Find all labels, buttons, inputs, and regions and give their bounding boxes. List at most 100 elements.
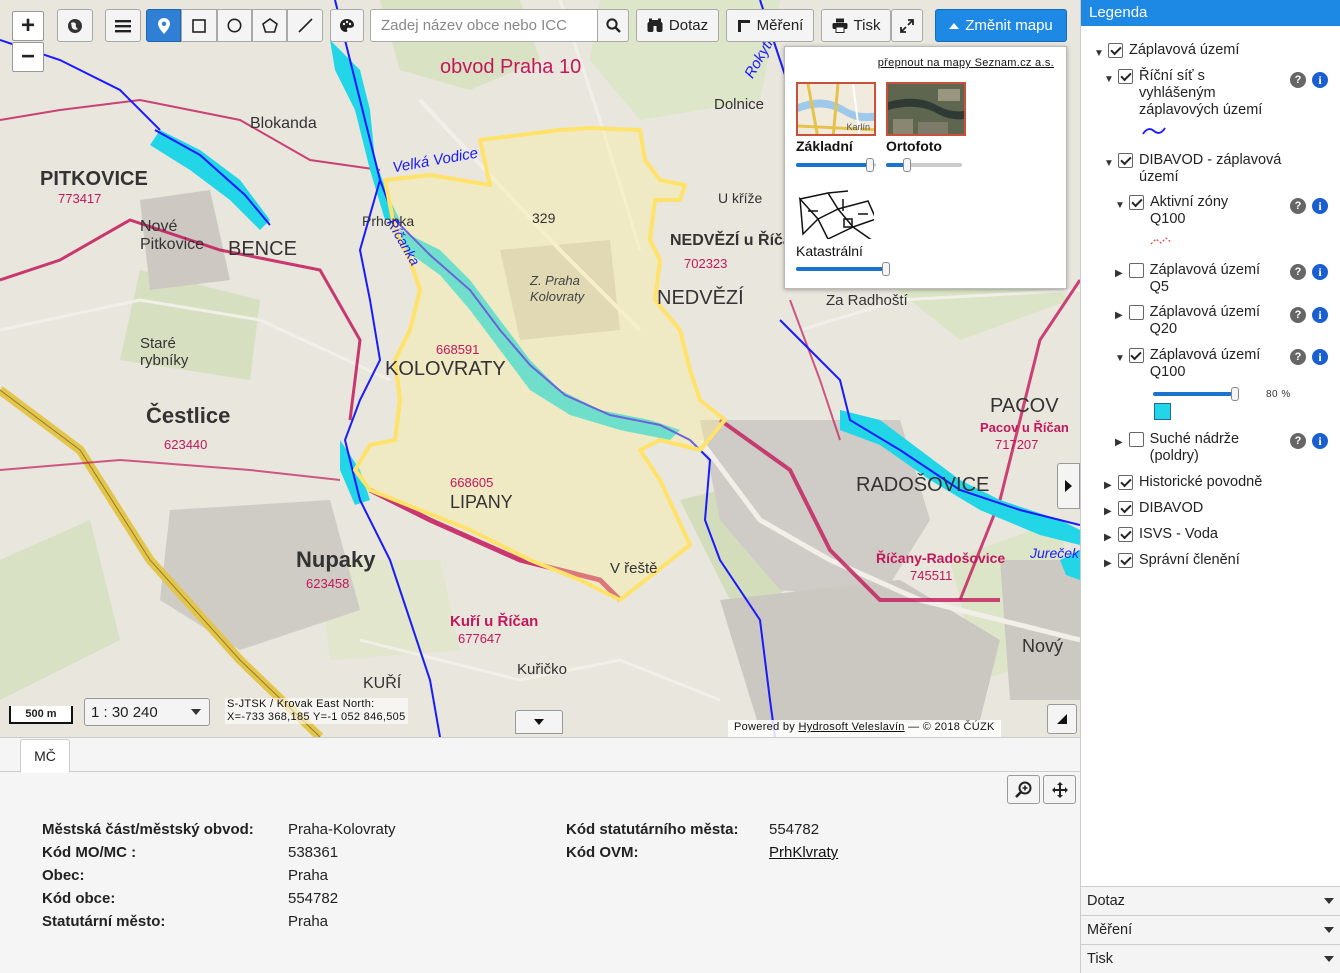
expanded-arrow-icon[interactable]: ▼ bbox=[1104, 71, 1114, 88]
collapsed-arrow-icon[interactable]: ▶ bbox=[1115, 434, 1125, 451]
help-icon[interactable]: ? bbox=[1290, 264, 1306, 280]
tab-mc-label: MČ bbox=[34, 748, 56, 764]
pan-to-feature-button[interactable] bbox=[1043, 775, 1076, 804]
legend-item-q5[interactable]: ▶ Záplavová území Q5 bbox=[1115, 262, 1275, 296]
help-icon[interactable]: ? bbox=[1290, 433, 1306, 449]
map-view[interactable]: obvod Praha 10 Blokanda Dolnice Rokytka … bbox=[0, 0, 1080, 737]
checkbox[interactable] bbox=[1128, 305, 1144, 320]
circle-tool-button[interactable] bbox=[217, 9, 252, 42]
collapsed-arrow-icon[interactable]: ▶ bbox=[1115, 307, 1125, 324]
checkbox[interactable] bbox=[1128, 432, 1144, 447]
checkbox[interactable] bbox=[1118, 553, 1133, 568]
seznam-maps-link[interactable]: přepnout na mapy Seznam.cz a.s. bbox=[878, 57, 1054, 69]
zakladni-opacity-slider[interactable] bbox=[796, 158, 876, 172]
legend-toggle-button[interactable] bbox=[1057, 463, 1080, 509]
checkbox[interactable] bbox=[1118, 153, 1133, 168]
info-icon[interactable]: i bbox=[1312, 72, 1328, 88]
legend-item-suche-nadrze[interactable]: ▶ Suché nádrže (poldry) bbox=[1115, 431, 1275, 465]
change-map-button[interactable]: Změnit mapu bbox=[935, 9, 1067, 42]
slider-knob[interactable] bbox=[902, 158, 911, 172]
legend-item-dibavod[interactable]: ▶ DIBAVOD bbox=[1104, 500, 1324, 520]
legend-item-historicke-povodne[interactable]: ▶ Historické povodně bbox=[1104, 474, 1324, 494]
help-icon[interactable]: ? bbox=[1290, 349, 1306, 365]
collapsed-arrow-icon[interactable]: ▶ bbox=[1115, 265, 1125, 282]
tisk-button[interactable]: Tisk bbox=[821, 9, 891, 42]
help-icon[interactable]: ? bbox=[1290, 307, 1306, 323]
checkbox[interactable] bbox=[1128, 348, 1144, 363]
checkbox[interactable] bbox=[1128, 263, 1144, 278]
legend-item-q20[interactable]: ▶ Záplavová území Q20 bbox=[1115, 304, 1275, 338]
collapsed-arrow-icon[interactable]: ▶ bbox=[1104, 555, 1114, 572]
info-icon[interactable]: i bbox=[1312, 198, 1328, 214]
scale-select[interactable]: 1 : 30 240 bbox=[84, 698, 210, 726]
legend-item-aktivni-zony[interactable]: ▼ Aktivní zóny Q100 bbox=[1115, 194, 1275, 228]
rectangle-tool-button[interactable] bbox=[181, 9, 217, 42]
ortofoto-opacity-slider[interactable] bbox=[886, 158, 962, 172]
q100-opacity-slider[interactable] bbox=[1153, 387, 1239, 401]
legend-item-q100[interactable]: ▼ Záplavová území Q100 bbox=[1115, 347, 1275, 381]
expanded-arrow-icon[interactable]: ▼ bbox=[1094, 45, 1104, 62]
collapsed-arrow-icon[interactable]: ▶ bbox=[1104, 503, 1114, 520]
checkbox[interactable] bbox=[1118, 527, 1133, 542]
checkbox[interactable] bbox=[1118, 475, 1133, 490]
legend-item-spravni-cleneni[interactable]: ▶ Správní členění bbox=[1104, 552, 1324, 572]
polygon-tool-button[interactable] bbox=[252, 9, 287, 42]
accordion-dotaz[interactable]: Dotaz bbox=[1081, 886, 1340, 915]
checkbox[interactable] bbox=[1129, 195, 1144, 210]
slider-knob[interactable] bbox=[1231, 387, 1239, 401]
info-icon[interactable]: i bbox=[1312, 264, 1328, 280]
checkbox[interactable] bbox=[1118, 501, 1133, 516]
legend-item-ricni-sit[interactable]: ▼ Říční síť s vyhlášeným záplavových úze… bbox=[1104, 68, 1284, 119]
legend-item-isvs-voda[interactable]: ▶ ISVS - Voda bbox=[1104, 526, 1324, 546]
point-tool-button[interactable] bbox=[146, 9, 181, 42]
municipality-search-input[interactable] bbox=[370, 9, 598, 42]
globe-button[interactable] bbox=[57, 9, 93, 42]
zoom-in-button[interactable]: + bbox=[12, 11, 44, 41]
expanded-arrow-icon[interactable]: ▼ bbox=[1104, 155, 1114, 172]
ovm-code-link[interactable]: PrhKlvraty bbox=[769, 844, 838, 861]
dotaz-button[interactable]: Dotaz bbox=[636, 9, 719, 42]
basemap-katastralni-thumb[interactable] bbox=[796, 187, 876, 241]
basemap-ortofoto-thumb[interactable] bbox=[886, 82, 966, 136]
overview-map-button[interactable] bbox=[1047, 704, 1077, 734]
search-button[interactable] bbox=[597, 9, 629, 42]
legend-item-label: Záplavová území Q5 bbox=[1149, 262, 1261, 295]
help-icon[interactable]: ? bbox=[1290, 198, 1306, 214]
help-icon[interactable]: ? bbox=[1290, 72, 1306, 88]
slider-knob[interactable] bbox=[866, 158, 874, 172]
accordion-tisk[interactable]: Tisk bbox=[1081, 944, 1340, 973]
mereni-button[interactable]: Měření bbox=[726, 9, 814, 42]
collapse-panel-button[interactable] bbox=[515, 710, 563, 734]
dotaz-label: Dotaz bbox=[668, 17, 709, 34]
checkbox[interactable] bbox=[1108, 43, 1123, 58]
info-icon[interactable]: i bbox=[1312, 349, 1328, 365]
palette-button[interactable] bbox=[330, 9, 364, 42]
checkbox[interactable] bbox=[1118, 69, 1133, 84]
collapsed-arrow-icon[interactable]: ▶ bbox=[1104, 477, 1114, 494]
legend-item-label: Říční síť s vyhlášeným záplavových území bbox=[1139, 68, 1263, 118]
info-icon[interactable]: i bbox=[1312, 307, 1328, 323]
globe-icon bbox=[68, 18, 82, 33]
legend-item-dibavod-zaplavova[interactable]: ▼ DIBAVOD - záplavová území bbox=[1104, 152, 1294, 186]
line-tool-button[interactable] bbox=[287, 9, 323, 42]
basemap-switcher: přepnout na mapy Seznam.cz a.s. Karlín Z… bbox=[784, 46, 1067, 289]
info-icon[interactable]: i bbox=[1312, 433, 1328, 449]
expanded-arrow-icon[interactable]: ▼ bbox=[1115, 197, 1125, 214]
expanded-arrow-icon[interactable]: ▼ bbox=[1115, 350, 1125, 367]
slider-knob[interactable] bbox=[882, 262, 890, 276]
legend-item-label: ISVS - Voda bbox=[1139, 526, 1218, 542]
legend-item-zaplavova-uzemi[interactable]: ▼ Záplavová území bbox=[1094, 42, 1314, 62]
accordion-mereni[interactable]: Měření bbox=[1081, 915, 1340, 944]
legend-item-label: Záplavová území bbox=[1129, 42, 1240, 58]
collapsed-arrow-icon[interactable]: ▶ bbox=[1104, 529, 1114, 546]
layers-menu-button[interactable] bbox=[105, 9, 141, 42]
zoom-out-button[interactable]: − bbox=[12, 42, 44, 72]
fullscreen-button[interactable] bbox=[891, 9, 923, 42]
tab-mc[interactable]: MČ bbox=[20, 739, 70, 773]
info-key: Obec: bbox=[42, 867, 85, 884]
info-key: Kód OVM: bbox=[566, 844, 639, 861]
katastralni-opacity-slider[interactable] bbox=[796, 262, 890, 276]
hydrosoft-link[interactable]: Hydrosoft Veleslavín bbox=[798, 721, 904, 733]
zoom-to-feature-button[interactable] bbox=[1007, 775, 1040, 804]
basemap-zakladni-thumb[interactable]: Karlín bbox=[796, 82, 876, 136]
